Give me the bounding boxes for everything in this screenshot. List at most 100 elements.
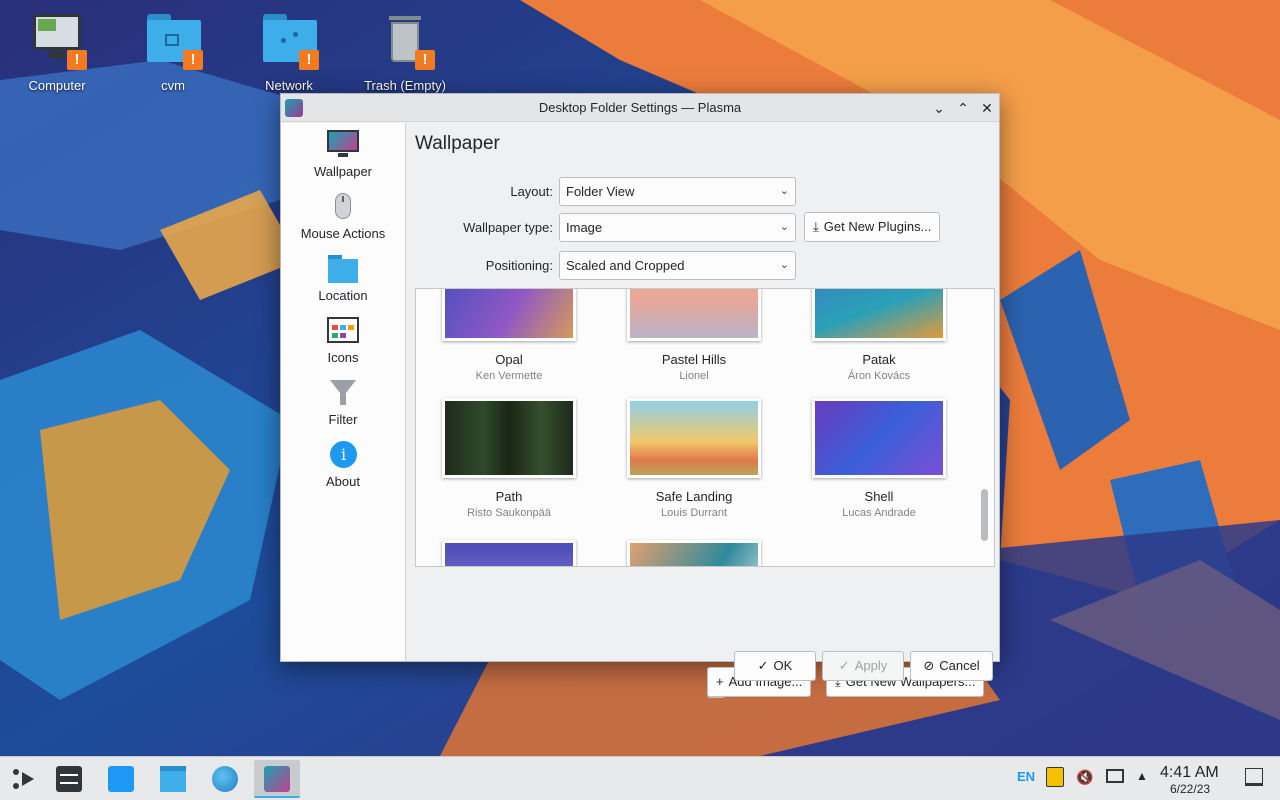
button-label: Cancel bbox=[939, 658, 980, 673]
globe-icon bbox=[212, 766, 238, 792]
wallpaper-thumbnail bbox=[627, 398, 761, 478]
wallpaper-type-combobox[interactable]: Image ⌄ bbox=[559, 213, 796, 242]
wallpaper-author: Ken Vermette bbox=[475, 370, 543, 382]
layout-value: Folder View bbox=[566, 184, 635, 199]
wallpaper-type-label: Wallpaper type: bbox=[463, 220, 553, 235]
wallpaper-thumbnail bbox=[442, 289, 576, 341]
wallpaper-thumbnail bbox=[627, 289, 761, 341]
wallpaper-author: Áron Kovács bbox=[847, 370, 911, 382]
application-launcher[interactable] bbox=[0, 760, 46, 798]
close-button[interactable]: ✕ bbox=[977, 98, 997, 118]
get-new-plugins-button[interactable]: ⤓ Get New Plugins... bbox=[804, 212, 941, 242]
wallpaper-tile-safe-landing[interactable]: Safe Landing Louis Durrant bbox=[624, 398, 764, 519]
plus-icon: + bbox=[716, 674, 724, 689]
trash-icon: ! bbox=[377, 10, 435, 70]
layout-combobox[interactable]: Folder View ⌄ bbox=[559, 177, 796, 206]
wallpaper-thumbnail bbox=[812, 398, 946, 478]
cancel-icon: ⊘ bbox=[923, 658, 935, 673]
wallpaper-type-value: Image bbox=[566, 220, 603, 235]
desktop-icon-trash[interactable]: ! Trash (Empty) bbox=[350, 10, 460, 93]
wallpaper-tile-patak[interactable]: Patak Áron Kovács bbox=[809, 289, 949, 382]
wallpaper-thumbnail bbox=[812, 289, 946, 341]
category-filter[interactable]: Filter bbox=[281, 375, 405, 433]
keyboard-layout-indicator[interactable]: EN bbox=[1017, 769, 1035, 784]
wallpaper-thumbnail bbox=[442, 540, 576, 566]
clipboard-icon[interactable] bbox=[1046, 767, 1064, 787]
wallpaper-author: Louis Durrant bbox=[660, 507, 728, 519]
check-icon: ✓ bbox=[838, 658, 850, 673]
check-icon: ✓ bbox=[757, 658, 769, 673]
wallpaper-name: Safe Landing bbox=[655, 489, 733, 504]
home-folder-icon: ! bbox=[145, 10, 203, 70]
apply-button[interactable]: ✓ Apply bbox=[822, 651, 904, 681]
launcher-icon bbox=[13, 769, 34, 789]
warning-badge-icon: ! bbox=[183, 50, 203, 70]
category-about[interactable]: i About bbox=[281, 437, 405, 495]
wallpaper-tile[interactable] bbox=[439, 540, 579, 566]
clock-date[interactable]: 6/22/23 bbox=[1170, 782, 1210, 796]
positioning-label: Positioning: bbox=[485, 258, 553, 273]
category-label: Mouse Actions bbox=[300, 226, 386, 241]
category-label: Wallpaper bbox=[313, 164, 373, 179]
title-bar[interactable]: Desktop Folder Settings — Plasma ⌄ ⌃ ✕ bbox=[281, 94, 999, 122]
volume-muted-icon[interactable]: 🔇 bbox=[1076, 769, 1093, 786]
category-mouse-actions[interactable]: Mouse Actions bbox=[281, 189, 405, 247]
wallpaper-grid[interactable]: Opal Ken Vermette Pastel Hills Lionel Pa… bbox=[415, 288, 995, 567]
chevron-down-icon: ⌄ bbox=[779, 259, 789, 271]
network-icon[interactable] bbox=[1106, 769, 1124, 783]
settings-sliders-icon bbox=[56, 766, 82, 792]
icons-grid-icon bbox=[326, 315, 360, 347]
window-title: Desktop Folder Settings — Plasma bbox=[538, 100, 742, 115]
category-icons[interactable]: Icons bbox=[281, 313, 405, 371]
funnel-icon bbox=[326, 377, 360, 409]
wallpaper-name: Opal bbox=[495, 352, 523, 367]
wallpaper-tile-path[interactable]: Path Risto Saukonpää bbox=[439, 398, 579, 519]
tray-expander-icon[interactable]: ▲ bbox=[1136, 769, 1148, 783]
category-label: About bbox=[326, 474, 360, 489]
minimize-button[interactable]: ⌄ bbox=[929, 98, 949, 118]
task-dolphin[interactable] bbox=[150, 760, 196, 798]
show-desktop-icon[interactable] bbox=[1245, 768, 1263, 786]
cancel-button[interactable]: ⊘ Cancel bbox=[910, 651, 993, 681]
maximize-button[interactable]: ⌃ bbox=[953, 98, 973, 118]
desktop-icon-label: Trash (Empty) bbox=[364, 78, 446, 93]
folder-icon bbox=[326, 253, 360, 285]
desktop-icon-label: cvm bbox=[161, 78, 185, 93]
grid-scrollbar[interactable] bbox=[981, 489, 988, 541]
clock-time[interactable]: 4:41 AM bbox=[1160, 764, 1219, 782]
wallpaper-name: Path bbox=[495, 489, 523, 504]
taskbar: EN 🔇 ▲ 4:41 AM 6/22/23 bbox=[0, 756, 1280, 800]
wallpaper-author: Risto Saukonpää bbox=[467, 507, 551, 519]
desktop-icon-computer[interactable]: ! Computer bbox=[2, 10, 112, 93]
wallpaper-name: Patak bbox=[862, 352, 896, 367]
network-folder-icon: ! bbox=[261, 10, 319, 70]
wallpaper-tile[interactable] bbox=[624, 540, 764, 566]
category-wallpaper[interactable]: Wallpaper bbox=[281, 127, 405, 185]
category-location[interactable]: Location bbox=[281, 251, 405, 309]
wallpaper-tile-shell[interactable]: Shell Lucas Andrade bbox=[809, 398, 949, 519]
warning-badge-icon: ! bbox=[299, 50, 319, 70]
desktop-icon-home[interactable]: ! cvm bbox=[118, 10, 228, 93]
button-label: Apply bbox=[854, 658, 888, 673]
mouse-icon bbox=[326, 191, 360, 223]
monitor-icon bbox=[326, 129, 360, 161]
shopping-bag-icon bbox=[108, 766, 134, 792]
info-icon: i bbox=[326, 439, 360, 471]
wallpaper-tile-opal[interactable]: Opal Ken Vermette bbox=[439, 289, 579, 382]
wallpaper-tile-pastel-hills[interactable]: Pastel Hills Lionel bbox=[624, 289, 764, 382]
warning-badge-icon: ! bbox=[415, 50, 435, 70]
positioning-combobox[interactable]: Scaled and Cropped ⌄ bbox=[559, 251, 796, 280]
desktop-icon-network[interactable]: ! Network bbox=[234, 10, 344, 93]
wallpaper-thumbnail bbox=[442, 398, 576, 478]
ok-button[interactable]: ✓ OK bbox=[734, 651, 816, 681]
task-discover[interactable] bbox=[98, 760, 144, 798]
desktop-icon-label: Computer bbox=[28, 78, 86, 93]
task-system-settings[interactable] bbox=[46, 760, 92, 798]
wallpaper-name: Shell bbox=[864, 489, 894, 504]
task-desktop-settings[interactable] bbox=[254, 760, 300, 798]
computer-icon: ! bbox=[29, 10, 87, 70]
wallpaper-author: Lionel bbox=[679, 370, 709, 382]
task-browser[interactable] bbox=[202, 760, 248, 798]
settings-dialog: Desktop Folder Settings — Plasma ⌄ ⌃ ✕ W… bbox=[280, 93, 1000, 698]
warning-badge-icon: ! bbox=[67, 50, 87, 70]
